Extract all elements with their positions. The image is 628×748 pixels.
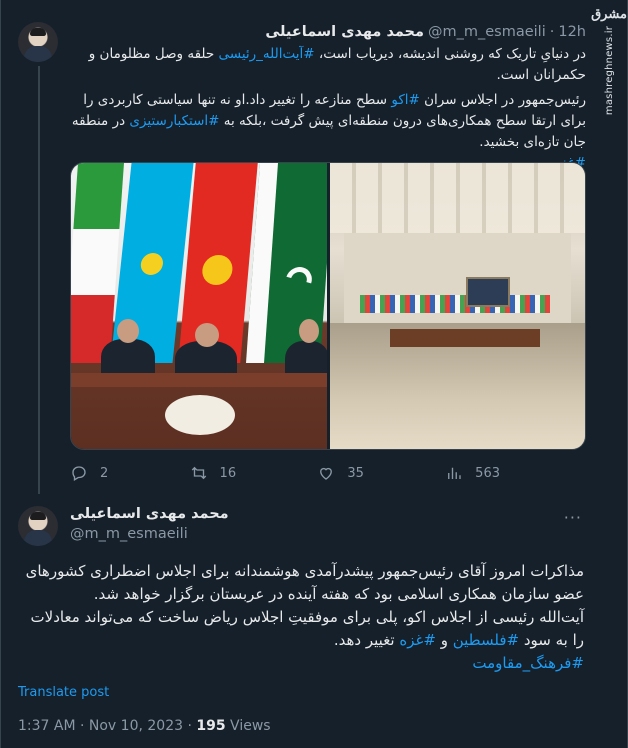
hashtag-link[interactable]: #اکو: [391, 92, 419, 108]
person-head: [117, 319, 139, 343]
avatar-hair: [30, 28, 46, 36]
watermark-logo: مشرق: [591, 7, 628, 22]
views-icon: [448, 467, 461, 479]
tweet-date[interactable]: 1:37 AM · Nov 10, 2023 ·: [18, 718, 196, 734]
media-grid[interactable]: [70, 162, 586, 450]
hashtag-link[interactable]: #فلسطین: [453, 631, 519, 649]
more-options-icon[interactable]: ···: [564, 508, 582, 527]
text-span: در دنیایِ تاریک که روشنی اندیشه، دیریاب …: [314, 46, 586, 62]
tweet-header: محمد مهدی اسماعیلی @m_m_esmaeili · 12h: [265, 22, 586, 42]
text-span: مذاکرات امروز آقای رئیس‌جمهور پیشدرآمدی …: [25, 562, 584, 603]
text-span: و: [435, 631, 453, 649]
views-button[interactable]: 563: [445, 464, 500, 482]
avatar-suit: [24, 530, 52, 546]
conference-table: [71, 373, 327, 387]
photo-flags-meeting[interactable]: [71, 163, 327, 449]
avatar-hair: [30, 512, 46, 520]
retweet-icon: [191, 466, 206, 480]
tweet-text: در دنیایِ تاریک که روشنی اندیشه، دیریاب …: [68, 44, 586, 178]
thread-line: [38, 66, 40, 494]
reply-icon: [72, 466, 86, 481]
hall-table: [390, 329, 540, 347]
retweet-button[interactable]: 16: [190, 464, 237, 482]
person-head: [195, 323, 219, 347]
avatar[interactable]: [18, 506, 58, 546]
tweet-time[interactable]: 12h: [558, 24, 586, 40]
separator-dot: ·: [549, 24, 555, 40]
author-handle[interactable]: @m_m_esmaeili: [70, 526, 188, 542]
views-count: 563: [475, 465, 500, 481]
watermark: مشرق mashreghnews.ir: [591, 8, 628, 126]
tweet-paragraph: در دنیایِ تاریک که روشنی اندیشه، دیریاب …: [68, 44, 586, 86]
watermark-url: mashreghnews.ir: [603, 26, 615, 116]
person-head: [299, 319, 319, 343]
flags-row: [360, 295, 550, 313]
hall-screen: [466, 277, 510, 307]
hashtag-link[interactable]: #آیت‌الله_رئیسی: [219, 46, 315, 62]
translate-post-link[interactable]: Translate post: [18, 685, 109, 700]
flower-arrangement: [165, 395, 235, 435]
avatar[interactable]: [18, 22, 58, 62]
hall-ceiling: [330, 163, 585, 233]
avatar-suit: [24, 46, 52, 62]
hashtag-link[interactable]: #غزه: [399, 631, 436, 649]
author-block: محمد مهدی اسماعیلی: [70, 506, 270, 522]
reply-button[interactable]: 2: [70, 464, 108, 482]
hashtag-link[interactable]: #فرهنگ_مقاومت: [472, 654, 584, 672]
text-span: تغییر دهد.: [333, 631, 400, 649]
author-name[interactable]: محمد مهدی اسماعیلی: [70, 506, 270, 522]
like-button[interactable]: 35: [317, 464, 364, 482]
hashtag-link[interactable]: #استکبارستیزی: [129, 113, 219, 129]
views-label: Views: [225, 718, 271, 734]
author-name[interactable]: محمد مهدی اسماعیلی: [265, 24, 424, 40]
like-count: 35: [347, 465, 364, 481]
photo-conference-hall[interactable]: [330, 163, 585, 449]
heart-icon: [320, 467, 333, 480]
text-span: رئیس‌جمهور در اجلاس سران: [419, 92, 586, 108]
action-bar: 2 16 35 563: [70, 462, 500, 484]
tweet-meta: 1:37 AM · Nov 10, 2023 · 195 Views: [18, 718, 271, 734]
reply-count: 2: [100, 465, 109, 481]
tweet-text: مذاکرات امروز آقای رئیس‌جمهور پیشدرآمدی …: [22, 560, 584, 675]
author-handle[interactable]: @m_m_esmaeili: [428, 24, 546, 40]
retweet-count: 16: [219, 465, 237, 481]
views-number: 195: [196, 718, 226, 734]
